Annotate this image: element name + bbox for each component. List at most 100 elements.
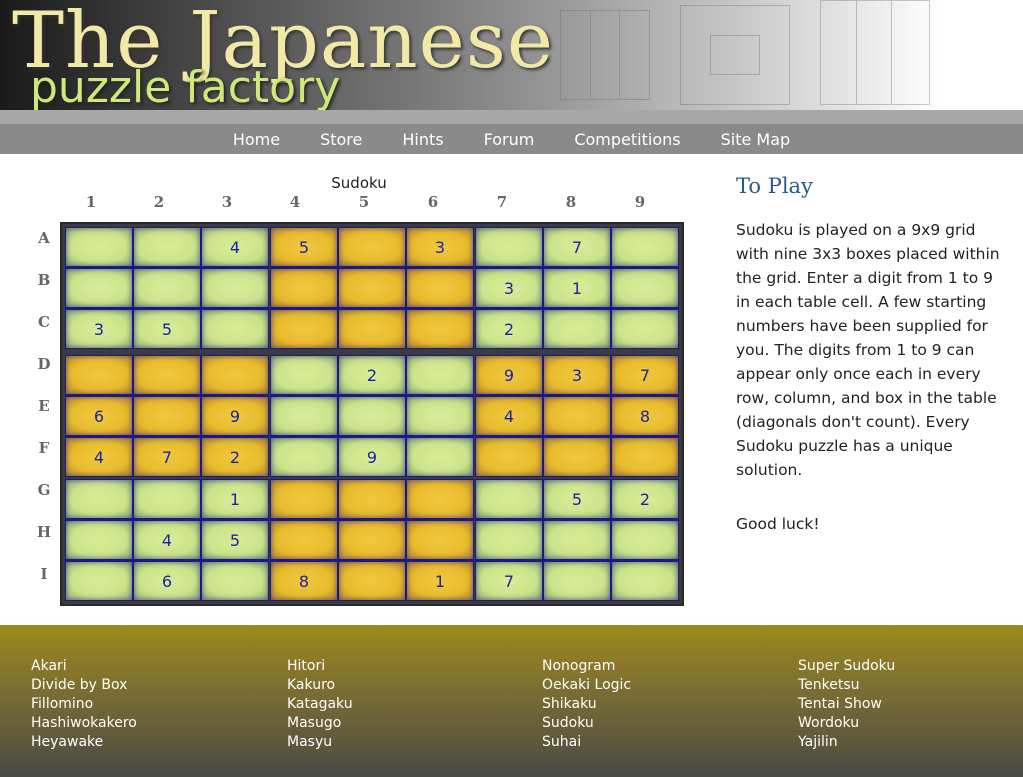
sudoku-cell-b5[interactable] bbox=[339, 269, 405, 307]
sudoku-cell-e4[interactable] bbox=[271, 397, 337, 435]
sudoku-cell-f3[interactable]: 2 bbox=[202, 438, 268, 476]
sudoku-cell-h1[interactable] bbox=[66, 521, 132, 559]
sudoku-cell-b3[interactable] bbox=[202, 269, 268, 307]
sudoku-cell-f6[interactable] bbox=[407, 438, 473, 476]
sudoku-cell-e3[interactable]: 9 bbox=[202, 397, 268, 435]
footer-link-heyawake[interactable]: Heyawake bbox=[31, 733, 137, 752]
sudoku-cell-b7[interactable]: 3 bbox=[476, 269, 542, 307]
footer-link-akari[interactable]: Akari bbox=[31, 657, 137, 676]
sudoku-cell-d7[interactable]: 9 bbox=[476, 356, 542, 394]
sudoku-cell-g9[interactable]: 2 bbox=[612, 480, 678, 518]
sudoku-cell-i7[interactable]: 7 bbox=[476, 562, 542, 600]
sudoku-cell-d3[interactable] bbox=[202, 356, 268, 394]
footer-link-suhai[interactable]: Suhai bbox=[542, 733, 631, 752]
sudoku-cell-f4[interactable] bbox=[271, 438, 337, 476]
footer-link-masyu[interactable]: Masyu bbox=[287, 733, 353, 752]
sudoku-cell-i2[interactable]: 6 bbox=[134, 562, 200, 600]
sudoku-cell-i6[interactable]: 1 bbox=[407, 562, 473, 600]
logo-subtitle[interactable]: puzzle factory bbox=[30, 62, 340, 113]
sudoku-cell-d9[interactable]: 7 bbox=[612, 356, 678, 394]
sudoku-cell-e1[interactable]: 6 bbox=[66, 397, 132, 435]
sudoku-cell-h2[interactable]: 4 bbox=[134, 521, 200, 559]
sudoku-cell-g7[interactable] bbox=[476, 480, 542, 518]
sudoku-cell-g6[interactable] bbox=[407, 480, 473, 518]
sudoku-cell-c5[interactable] bbox=[339, 310, 405, 348]
sudoku-cell-d2[interactable] bbox=[134, 356, 200, 394]
sudoku-cell-i3[interactable] bbox=[202, 562, 268, 600]
sudoku-cell-f2[interactable]: 7 bbox=[134, 438, 200, 476]
sudoku-cell-g2[interactable] bbox=[134, 480, 200, 518]
sudoku-cell-f1[interactable]: 4 bbox=[66, 438, 132, 476]
sudoku-cell-a6[interactable]: 3 bbox=[407, 228, 473, 266]
sudoku-cell-b6[interactable] bbox=[407, 269, 473, 307]
footer-link-tentai-show[interactable]: Tentai Show bbox=[798, 695, 895, 714]
nav-store-link[interactable]: Store bbox=[300, 130, 382, 149]
sudoku-cell-i4[interactable]: 8 bbox=[271, 562, 337, 600]
sudoku-cell-a4[interactable]: 5 bbox=[271, 228, 337, 266]
sudoku-cell-e6[interactable] bbox=[407, 397, 473, 435]
sudoku-cell-f8[interactable] bbox=[544, 438, 610, 476]
sudoku-cell-g1[interactable] bbox=[66, 480, 132, 518]
sudoku-cell-e8[interactable] bbox=[544, 397, 610, 435]
sudoku-cell-a1[interactable] bbox=[66, 228, 132, 266]
sudoku-cell-f9[interactable] bbox=[612, 438, 678, 476]
sudoku-cell-c7[interactable]: 2 bbox=[476, 310, 542, 348]
sudoku-cell-b9[interactable] bbox=[612, 269, 678, 307]
sudoku-cell-b2[interactable] bbox=[134, 269, 200, 307]
sudoku-cell-b1[interactable] bbox=[66, 269, 132, 307]
sudoku-cell-d8[interactable]: 3 bbox=[544, 356, 610, 394]
sudoku-cell-i5[interactable] bbox=[339, 562, 405, 600]
sudoku-cell-g4[interactable] bbox=[271, 480, 337, 518]
sudoku-cell-e7[interactable]: 4 bbox=[476, 397, 542, 435]
sudoku-cell-c9[interactable] bbox=[612, 310, 678, 348]
footer-link-hitori[interactable]: Hitori bbox=[287, 657, 353, 676]
footer-link-divide-by-box[interactable]: Divide by Box bbox=[31, 676, 137, 695]
footer-link-katagaku[interactable]: Katagaku bbox=[287, 695, 353, 714]
sudoku-cell-a2[interactable] bbox=[134, 228, 200, 266]
sudoku-cell-d4[interactable] bbox=[271, 356, 337, 394]
sudoku-cell-i9[interactable] bbox=[612, 562, 678, 600]
footer-link-sudoku[interactable]: Sudoku bbox=[542, 714, 631, 733]
nav-forum-link[interactable]: Forum bbox=[464, 130, 555, 149]
sudoku-cell-e5[interactable] bbox=[339, 397, 405, 435]
footer-link-wordoku[interactable]: Wordoku bbox=[798, 714, 895, 733]
sudoku-cell-c3[interactable] bbox=[202, 310, 268, 348]
footer-link-fillomino[interactable]: Fillomino bbox=[31, 695, 137, 714]
sudoku-cell-h8[interactable] bbox=[544, 521, 610, 559]
sudoku-cell-e2[interactable] bbox=[134, 397, 200, 435]
footer-link-kakuro[interactable]: Kakuro bbox=[287, 676, 353, 695]
footer-link-tenketsu[interactable]: Tenketsu bbox=[798, 676, 895, 695]
sudoku-cell-i8[interactable] bbox=[544, 562, 610, 600]
footer-link-nonogram[interactable]: Nonogram bbox=[542, 657, 631, 676]
sudoku-cell-h7[interactable] bbox=[476, 521, 542, 559]
sudoku-cell-f5[interactable]: 9 bbox=[339, 438, 405, 476]
sudoku-cell-g3[interactable]: 1 bbox=[202, 480, 268, 518]
sudoku-cell-g8[interactable]: 5 bbox=[544, 480, 610, 518]
sudoku-cell-f7[interactable] bbox=[476, 438, 542, 476]
sudoku-cell-b4[interactable] bbox=[271, 269, 337, 307]
sudoku-cell-a9[interactable] bbox=[612, 228, 678, 266]
sudoku-cell-d5[interactable]: 2 bbox=[339, 356, 405, 394]
sudoku-cell-h3[interactable]: 5 bbox=[202, 521, 268, 559]
sudoku-cell-h6[interactable] bbox=[407, 521, 473, 559]
sudoku-cell-i1[interactable] bbox=[66, 562, 132, 600]
sudoku-cell-a3[interactable]: 4 bbox=[202, 228, 268, 266]
sudoku-cell-a5[interactable] bbox=[339, 228, 405, 266]
sudoku-cell-e9[interactable]: 8 bbox=[612, 397, 678, 435]
sudoku-cell-b8[interactable]: 1 bbox=[544, 269, 610, 307]
footer-link-oekaki-logic[interactable]: Oekaki Logic bbox=[542, 676, 631, 695]
footer-link-shikaku[interactable]: Shikaku bbox=[542, 695, 631, 714]
sudoku-cell-c1[interactable]: 3 bbox=[66, 310, 132, 348]
nav-home-link[interactable]: Home bbox=[213, 130, 300, 149]
sudoku-cell-c6[interactable] bbox=[407, 310, 473, 348]
footer-link-super-sudoku[interactable]: Super Sudoku bbox=[798, 657, 895, 676]
footer-link-yajilin[interactable]: Yajilin bbox=[798, 733, 895, 752]
sudoku-cell-c4[interactable] bbox=[271, 310, 337, 348]
nav-hints-link[interactable]: Hints bbox=[382, 130, 463, 149]
footer-link-hashiwokakero[interactable]: Hashiwokakero bbox=[31, 714, 137, 733]
sudoku-cell-h4[interactable] bbox=[271, 521, 337, 559]
footer-link-masugo[interactable]: Masugo bbox=[287, 714, 353, 733]
sudoku-cell-a8[interactable]: 7 bbox=[544, 228, 610, 266]
nav-competitions-link[interactable]: Competitions bbox=[554, 130, 700, 149]
nav-site-map-link[interactable]: Site Map bbox=[701, 130, 811, 149]
